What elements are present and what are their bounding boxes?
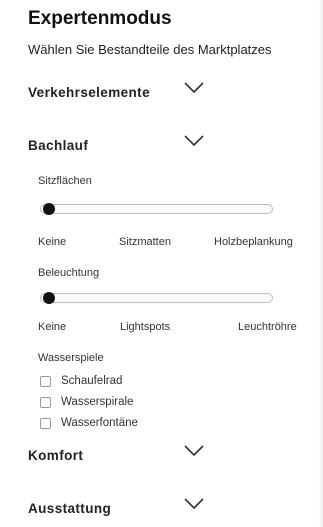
checkbox[interactable] bbox=[40, 397, 51, 408]
chevron-down-icon[interactable] bbox=[183, 80, 205, 94]
section-header-verkehrselemente[interactable]: Verkehrselemente bbox=[28, 80, 228, 104]
page-title: Expertenmodus bbox=[28, 8, 172, 29]
sitzflaechen-options: Keine Sitzmatten Holzbeplankung bbox=[38, 236, 310, 250]
checkbox-label: Wasserspirale bbox=[61, 396, 134, 408]
checkbox[interactable] bbox=[40, 376, 51, 387]
section-header-bachlauf[interactable]: Bachlauf bbox=[28, 133, 228, 157]
checkbox-label: Schaufelrad bbox=[61, 375, 123, 387]
slider-option: Sitzmatten bbox=[119, 236, 171, 248]
page-subtitle: Wählen Sie Bestandteile des Marktplatzes bbox=[28, 42, 272, 57]
sitzflaechen-label: Sitzflächen bbox=[38, 175, 92, 187]
section-header-ausstattung[interactable]: Ausstattung bbox=[28, 496, 228, 520]
slider-option: Holzbeplankung bbox=[214, 236, 293, 248]
wasserspiele-label: Wasserspiele bbox=[38, 352, 104, 364]
panel-edge bbox=[319, 0, 323, 527]
chevron-down-icon[interactable] bbox=[183, 133, 205, 147]
sitzflaechen-slider[interactable] bbox=[40, 203, 273, 215]
beleuchtung-label: Beleuchtung bbox=[38, 267, 100, 279]
section-label: Verkehrselemente bbox=[28, 85, 150, 100]
checkbox[interactable] bbox=[40, 418, 51, 429]
section-header-komfort[interactable]: Komfort bbox=[28, 443, 228, 467]
section-label: Komfort bbox=[28, 448, 84, 463]
slider-thumb[interactable] bbox=[43, 203, 55, 215]
beleuchtung-options: Keine Lightspots Leuchtröhre bbox=[38, 321, 310, 335]
slider-thumb[interactable] bbox=[43, 292, 55, 304]
slider-option: Keine bbox=[38, 236, 67, 248]
section-label: Bachlauf bbox=[28, 138, 89, 153]
chevron-down-icon[interactable] bbox=[183, 443, 205, 457]
slider-option: Keine bbox=[38, 321, 67, 333]
checkbox-label: Wasserfontäne bbox=[61, 417, 138, 429]
slider-option: Lightspots bbox=[120, 321, 171, 333]
slider-option: Leuchtröhre bbox=[238, 321, 297, 333]
chevron-down-icon[interactable] bbox=[183, 496, 205, 510]
beleuchtung-slider[interactable] bbox=[40, 292, 273, 304]
section-label: Ausstattung bbox=[28, 501, 112, 516]
